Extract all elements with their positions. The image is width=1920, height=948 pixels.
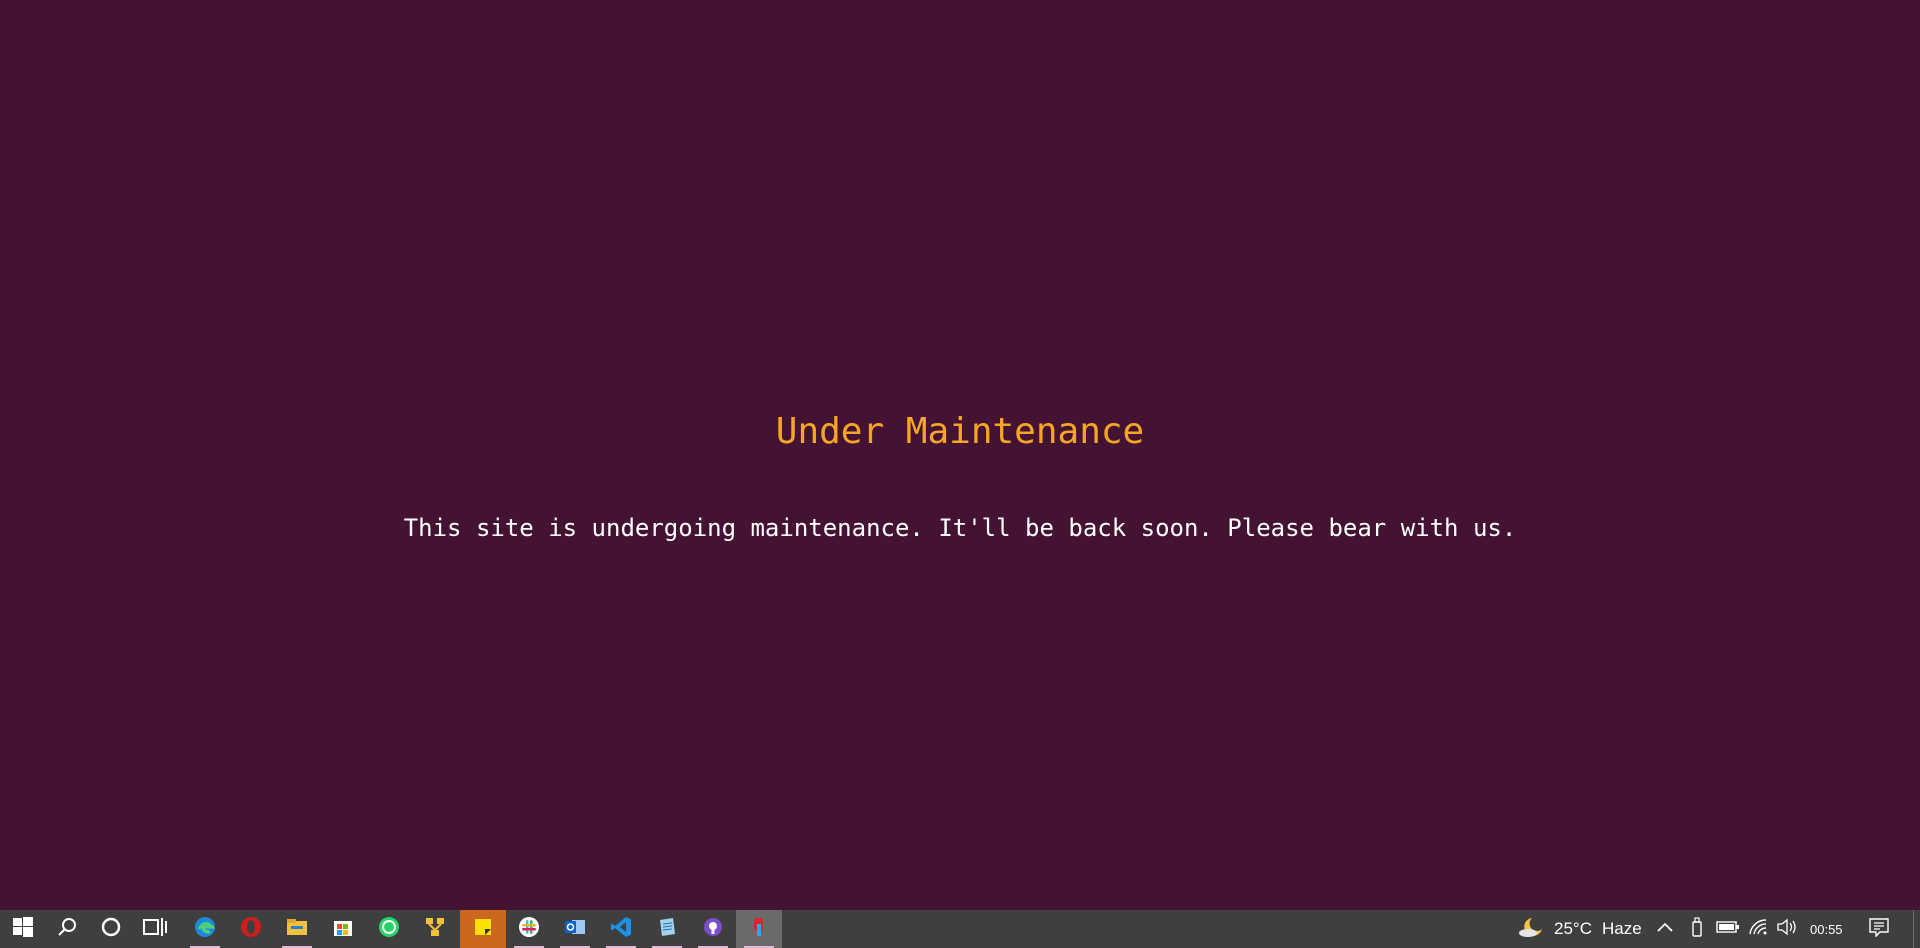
battery-tray-button[interactable] [1716,910,1740,948]
wifi-tray-button[interactable] [1748,910,1770,948]
search-button[interactable] [44,910,90,948]
taskbar: 25°C Haze 00:55 [0,910,1920,948]
network-app-taskbar-button[interactable] [412,910,458,948]
file-explorer-icon [285,916,309,943]
store-taskbar-button[interactable] [320,910,366,948]
file-explorer-taskbar-button[interactable] [274,910,320,948]
edge-taskbar-button[interactable] [182,910,228,948]
cortana-button[interactable] [88,910,134,948]
volume-tray-button[interactable] [1776,910,1798,948]
sticky-notes-icon [472,916,494,943]
clock-button[interactable]: 00:55 [1810,910,1843,948]
clock-time: 00:55 [1810,921,1843,937]
notepad-icon [656,916,678,943]
weather-temperature: 25°C [1554,919,1592,938]
cortana-icon [100,916,122,943]
usb-tray-button[interactable] [1690,910,1704,948]
battery-icon [1716,920,1740,939]
active-app-taskbar-button[interactable] [736,910,782,948]
slack-icon [517,915,541,944]
outlook-taskbar-button[interactable] [552,910,598,948]
store-icon [332,916,354,943]
moon-cloud-icon [1518,915,1546,944]
github-icon [702,916,724,943]
weather-condition: Haze [1601,919,1642,938]
weather-widget[interactable]: 25°C Haze [1518,910,1642,948]
page-title: Under Maintenance [775,411,1145,452]
github-taskbar-button[interactable] [690,910,736,948]
outlook-icon [563,915,587,944]
opera-taskbar-button[interactable] [228,910,274,948]
search-icon [56,916,78,943]
vscode-icon [609,915,633,944]
chevron-up-icon [1656,920,1674,938]
task-view-icon [143,916,167,943]
show-desktop-button[interactable] [1913,910,1920,948]
maintenance-message: This site is undergoing maintenance. It'… [403,514,1517,542]
notepad-taskbar-button[interactable] [644,910,690,948]
notifications-icon [1868,917,1890,942]
network-app-icon [423,915,447,944]
slack-taskbar-button[interactable] [506,910,552,948]
start-button[interactable] [0,910,46,948]
show-hidden-icons-button[interactable] [1656,910,1674,948]
usb-drive-icon [1690,916,1704,943]
edge-icon [193,915,217,944]
sticky-notes-taskbar-button[interactable] [460,910,506,948]
app-icon [748,916,770,943]
maintenance-page: Under Maintenance This site is undergoin… [0,0,1920,910]
action-center-button[interactable] [1868,910,1890,948]
whatsapp-icon [377,915,401,944]
task-view-button[interactable] [132,910,178,948]
windows-start-icon [13,916,33,942]
opera-icon [239,915,263,944]
wifi-icon [1748,918,1770,941]
whatsapp-taskbar-button[interactable] [366,910,412,948]
volume-icon [1776,918,1798,941]
vscode-taskbar-button[interactable] [598,910,644,948]
